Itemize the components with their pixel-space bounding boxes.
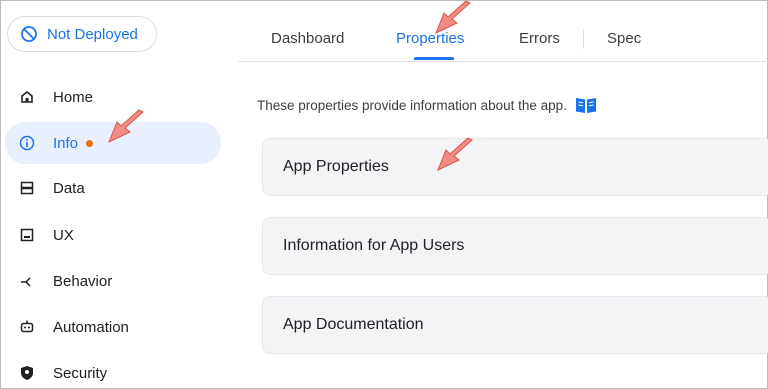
sidebar-item-data[interactable]: Data bbox=[0, 167, 220, 209]
sidebar-item-security[interactable]: Security bbox=[0, 352, 220, 389]
sidebar-item-ux[interactable]: UX bbox=[0, 214, 220, 256]
tab-errors[interactable]: Errors bbox=[519, 30, 560, 47]
callout-arrow-icon bbox=[435, 0, 471, 35]
section-app-properties[interactable]: App Properties bbox=[262, 138, 768, 196]
callout-arrow-icon bbox=[437, 137, 473, 172]
section-label: App Properties bbox=[283, 158, 389, 175]
not-deployed-icon bbox=[21, 26, 37, 42]
sidebar-item-label: Automation bbox=[53, 318, 129, 336]
sidebar-item-label: Behavior bbox=[53, 272, 113, 290]
sidebar-item-automation[interactable]: Automation bbox=[0, 306, 220, 348]
page-description: These properties provide information abo… bbox=[257, 96, 597, 114]
tab-dashboard[interactable]: Dashboard bbox=[271, 30, 344, 47]
section-information-for-app-users[interactable]: Information for App Users bbox=[262, 217, 768, 275]
notification-dot bbox=[86, 139, 94, 147]
deploy-status-button[interactable]: Not Deployed bbox=[7, 16, 157, 52]
tab-divider bbox=[583, 29, 584, 49]
sidebar-item-label: Security bbox=[53, 364, 108, 382]
active-tab-indicator bbox=[414, 57, 454, 60]
section-app-documentation[interactable]: App Documentation bbox=[262, 296, 768, 354]
description-text: These properties provide information abo… bbox=[257, 97, 567, 113]
sidebar-item-label: UX bbox=[53, 226, 74, 244]
tab-spec[interactable]: Spec bbox=[607, 30, 641, 47]
ux-icon bbox=[19, 227, 35, 243]
sidebar-item-behavior[interactable]: Behavior bbox=[0, 260, 220, 302]
book-icon[interactable] bbox=[575, 96, 597, 114]
behavior-icon bbox=[19, 273, 35, 289]
info-icon bbox=[19, 135, 35, 151]
automation-icon bbox=[19, 319, 35, 335]
security-icon bbox=[19, 365, 35, 381]
data-icon bbox=[19, 180, 35, 196]
section-label: Information for App Users bbox=[283, 237, 465, 254]
sidebar-item-label: Info bbox=[53, 134, 79, 152]
deploy-status-label: Not Deployed bbox=[47, 25, 138, 43]
sidebar-item-label: Data bbox=[53, 179, 85, 197]
section-label: App Documentation bbox=[283, 316, 424, 333]
home-icon bbox=[19, 89, 35, 105]
callout-arrow-icon bbox=[108, 109, 144, 144]
sidebar-item-label: Home bbox=[53, 88, 94, 106]
